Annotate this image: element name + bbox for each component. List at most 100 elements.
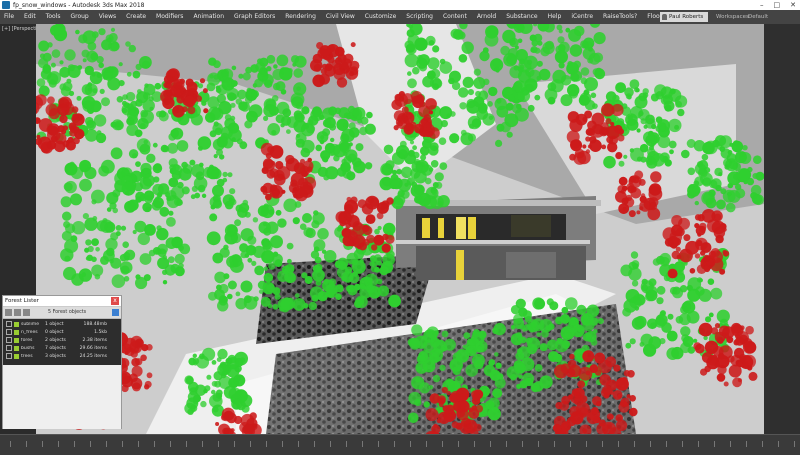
foliage-dot <box>239 141 248 150</box>
foliage-dot <box>495 362 502 369</box>
select-icon[interactable] <box>14 309 21 316</box>
foliage-dot <box>162 280 168 285</box>
foliage-dot <box>181 161 188 169</box>
foliage-dot <box>364 123 376 135</box>
foliage-dot <box>488 86 498 97</box>
menu-item-file[interactable]: File <box>0 10 19 24</box>
list-item[interactable]: bushs 7 objects 29.66 items <box>3 344 121 352</box>
menu-item-content[interactable]: Content <box>438 10 472 24</box>
forest-name: sublime <box>21 321 40 327</box>
foliage-dot <box>262 281 275 295</box>
menu-item-graph-editors[interactable]: Graph Editors <box>229 10 280 24</box>
foliage-dot <box>540 46 550 57</box>
foliage-dot <box>478 90 489 101</box>
visibility-checkbox[interactable] <box>6 353 12 359</box>
foliage-dot <box>613 364 621 372</box>
menu-item-icentre[interactable]: iCentre <box>566 10 598 24</box>
forest-lister-panel[interactable]: Forest Lister x 5 Forest objects sublime… <box>2 295 122 429</box>
foliage-dot <box>647 148 656 157</box>
menu-item-scripting[interactable]: Scripting <box>401 10 438 24</box>
foliage-dot <box>720 148 731 159</box>
foliage-dot <box>423 401 430 408</box>
foliage-dot <box>531 39 539 47</box>
list-item[interactable]: fores 2 objects 2.38 items <box>3 336 121 344</box>
list-item[interactable]: n_frees 0 object 1.5kb <box>3 328 121 336</box>
menu-item-raisetools-[interactable]: RaiseTools? <box>598 10 642 24</box>
foliage-dot <box>305 227 316 239</box>
menu-item-animation[interactable]: Animation <box>188 10 229 24</box>
visibility-checkbox[interactable] <box>6 337 12 343</box>
foliage-dot <box>291 96 304 109</box>
foliage-dot <box>179 243 191 255</box>
foliage-dot <box>258 289 264 294</box>
foliage-dot <box>202 347 216 361</box>
foliage-dot <box>79 178 92 192</box>
minimize-button[interactable]: – <box>760 0 764 10</box>
foliage-dot <box>86 50 98 63</box>
menu-item-group[interactable]: Group <box>65 10 93 24</box>
foliage-dot <box>376 260 382 266</box>
list-item[interactable]: trees 3 objects 24.25 items <box>3 352 121 360</box>
foliage-dot <box>70 193 82 206</box>
foliage-dot <box>172 106 180 114</box>
menu-item-civil-view[interactable]: Civil View <box>321 10 360 24</box>
foliage-dot <box>446 390 451 396</box>
foliage-dot <box>496 98 502 104</box>
foliage-dot <box>260 142 274 156</box>
foliage-dot <box>67 65 81 78</box>
foliage-dot <box>668 118 682 133</box>
refresh-icon[interactable] <box>23 309 30 316</box>
menu-item-customize[interactable]: Customize <box>360 10 402 24</box>
foliage-dot <box>451 81 461 91</box>
foliage-dot <box>603 155 616 169</box>
foliage-dot <box>742 145 748 151</box>
foliage-dot <box>582 350 595 363</box>
menu-item-arnold[interactable]: Arnold <box>472 10 501 24</box>
foliage-dot <box>115 225 122 231</box>
foliage-dot <box>229 188 236 195</box>
menu-item-substance[interactable]: Substance <box>501 10 542 24</box>
menu-item-tools[interactable]: Tools <box>41 10 66 24</box>
list-item[interactable]: sublime 1 object 188.48mb <box>3 320 121 328</box>
close-button[interactable]: ✕ <box>790 0 796 10</box>
visibility-checkbox[interactable] <box>6 329 12 335</box>
foliage-dot <box>218 283 229 294</box>
foliage-dot <box>541 330 549 338</box>
maximize-button[interactable]: □ <box>774 0 781 10</box>
foliage-dot <box>641 284 649 292</box>
menu-item-edit[interactable]: Edit <box>19 10 41 24</box>
foliage-dot <box>659 125 666 132</box>
workspace-select[interactable]: Default <box>748 12 768 22</box>
foliage-dot <box>628 210 636 218</box>
foliage-dot <box>664 159 672 167</box>
menu-item-create[interactable]: Create <box>121 10 151 24</box>
perspective-viewport[interactable] <box>36 24 764 434</box>
visibility-checkbox[interactable] <box>6 345 12 351</box>
visibility-checkbox[interactable] <box>6 321 12 327</box>
menu-item-rendering[interactable]: Rendering <box>280 10 321 24</box>
foliage-dot <box>432 146 437 151</box>
foliage-dot <box>467 133 476 142</box>
foliage-dot <box>259 57 269 67</box>
foliage-dot <box>249 412 257 420</box>
timeline-bar[interactable] <box>0 434 800 455</box>
menu-item-modifiers[interactable]: Modifiers <box>151 10 188 24</box>
foliage-dot <box>696 277 703 283</box>
forest-lister-toolbar: 5 Forest objects <box>3 307 121 319</box>
list-icon[interactable] <box>5 309 12 316</box>
foliage-dot <box>518 337 523 342</box>
foliage-dot <box>312 106 322 116</box>
foliage-dot <box>667 268 678 279</box>
timeline-tick <box>682 441 683 447</box>
close-icon[interactable]: x <box>111 297 119 305</box>
foliage-dot <box>585 331 597 343</box>
menu-item-help[interactable]: Help <box>543 10 567 24</box>
foliage-dot <box>522 372 535 385</box>
foliage-dot <box>154 82 162 90</box>
window-title: fp_snow_windows - Autodesk 3ds Max 2018 <box>13 1 145 9</box>
settings-icon[interactable] <box>112 309 119 316</box>
user-account-button[interactable]: Paul Roberts <box>660 12 708 22</box>
timeline-tick <box>282 441 283 447</box>
menu-item-views[interactable]: Views <box>94 10 121 24</box>
foliage-dot <box>272 251 279 257</box>
